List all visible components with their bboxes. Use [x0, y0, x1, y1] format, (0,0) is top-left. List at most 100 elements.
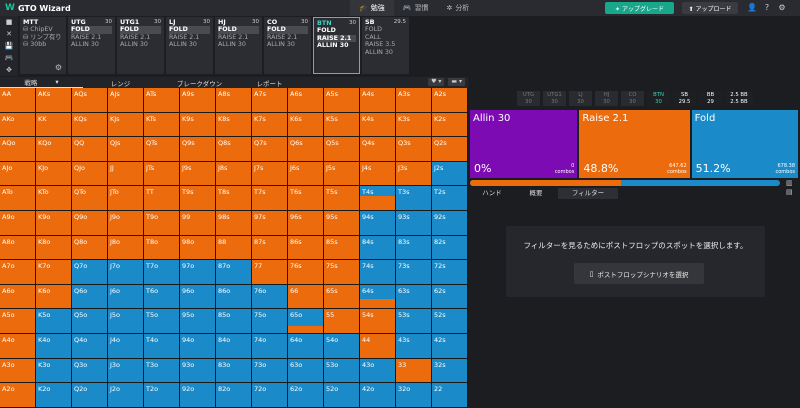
select-postflop-button[interactable]: ▯ ポストフロップシナリオを選択: [574, 263, 704, 284]
hand-cell[interactable]: A5s: [324, 88, 360, 113]
hand-cell[interactable]: 93o: [180, 358, 216, 384]
hand-cell[interactable]: Q2o: [72, 383, 108, 408]
hand-cell[interactable]: J2o: [108, 383, 144, 408]
side-tool-icon-2[interactable]: 💾: [0, 40, 18, 52]
hand-cell[interactable]: J3s: [396, 161, 432, 187]
nav-item-0[interactable]: 🎓 勉強: [350, 0, 394, 16]
hand-cell[interactable]: 98o: [180, 235, 216, 261]
position-action-0[interactable]: FOLD: [317, 27, 356, 34]
hand-cell[interactable]: K5s: [324, 112, 360, 138]
position-card-lj[interactable]: LJ 30 FOLD RAISE 2.1 ALLIN 30: [166, 17, 213, 74]
hand-cell[interactable]: Q8o: [72, 235, 108, 261]
hand-cell[interactable]: Q4o: [72, 333, 108, 359]
hand-cell[interactable]: A9s: [180, 88, 216, 113]
hand-cell[interactable]: 95o: [180, 309, 216, 334]
hand-cell[interactable]: TT: [144, 186, 180, 211]
hand-cell[interactable]: A8s: [216, 88, 252, 113]
position-action-2[interactable]: ALLIN 30: [267, 41, 308, 48]
hand-cell[interactable]: T2s: [432, 186, 468, 211]
settings-icon[interactable]: ⚙: [777, 3, 787, 13]
hand-cell[interactable]: 85o: [216, 309, 252, 334]
position-card-mtt[interactable]: MTT ⛁ ChipEV ⛁ リンプ有り ⛁ 30bb ⚙: [20, 17, 66, 74]
hand-cell[interactable]: Q5s: [324, 137, 360, 162]
hand-cell[interactable]: T8s: [216, 186, 252, 211]
hand-cell[interactable]: K6s: [288, 112, 324, 138]
hand-cell[interactable]: J3o: [108, 358, 144, 384]
hand-cell[interactable]: QJo: [72, 161, 108, 187]
right-position-2[interactable]: LJ 30: [569, 91, 592, 106]
hand-cell[interactable]: 76s: [288, 260, 324, 285]
hand-cell[interactable]: Q3o: [72, 358, 108, 384]
upload-button[interactable]: ⬆ アップロード: [682, 2, 738, 14]
hand-cell[interactable]: T6s: [288, 186, 324, 211]
hand-cell[interactable]: 82o: [216, 383, 252, 408]
position-action-1[interactable]: RAISE 2.1: [218, 34, 259, 41]
position-action-3[interactable]: ALLIN 30: [365, 49, 406, 56]
hand-cell[interactable]: 86s: [288, 235, 324, 261]
position-action-0[interactable]: FOLD: [71, 26, 112, 34]
hand-cell[interactable]: Q6s: [288, 137, 324, 162]
hand-cell[interactable]: Q2s: [432, 137, 468, 162]
position-action-0[interactable]: FOLD: [365, 26, 406, 33]
hand-cell[interactable]: 86o: [216, 284, 252, 310]
hand-cell[interactable]: K2s: [432, 112, 468, 138]
action-box-2[interactable]: Fold 51.2% 678.38 combos: [691, 110, 798, 178]
hand-cell[interactable]: K4o: [36, 333, 72, 359]
hand-cell[interactable]: 62o: [288, 383, 324, 408]
hand-cell[interactable]: 65o: [288, 309, 324, 334]
hand-cell[interactable]: J8s: [216, 161, 252, 187]
position-action-2[interactable]: ALLIN 30: [120, 41, 161, 48]
hand-cell[interactable]: A6o: [0, 284, 36, 310]
hand-cell[interactable]: QTo: [72, 186, 108, 211]
hand-cell[interactable]: AKs: [36, 88, 72, 113]
position-action-2[interactable]: ALLIN 30: [218, 41, 259, 48]
hand-cell[interactable]: 83o: [216, 358, 252, 384]
position-action-1[interactable]: RAISE 2.1: [71, 34, 112, 41]
tab-3[interactable]: レポート: [241, 77, 298, 88]
grid-view-icon[interactable]: ▥: [786, 179, 793, 187]
position-card-co[interactable]: CO 30 FOLD RAISE 2.1 ALLIN 30: [264, 17, 311, 74]
hand-cell[interactable]: QJs: [108, 137, 144, 162]
hand-cell[interactable]: AA: [0, 88, 36, 113]
tab-0[interactable]: 戦略 ▾: [0, 77, 83, 88]
hand-cell[interactable]: A4o: [0, 333, 36, 359]
hand-cell[interactable]: K3s: [396, 112, 432, 138]
hand-cell[interactable]: Q9s: [180, 137, 216, 162]
hand-cell[interactable]: T2o: [144, 383, 180, 408]
hand-cell[interactable]: Q7s: [252, 137, 288, 162]
hand-cell[interactable]: 87o: [216, 260, 252, 285]
right-position-3[interactable]: HJ 30: [595, 91, 618, 106]
hand-cell[interactable]: JJ: [108, 161, 144, 187]
hand-cell[interactable]: Q6o: [72, 284, 108, 310]
hand-cell[interactable]: KTo: [36, 186, 72, 211]
hand-cell[interactable]: 95s: [324, 210, 360, 236]
hand-cell[interactable]: 96s: [288, 210, 324, 236]
hand-cell[interactable]: A4s: [360, 88, 396, 113]
hand-cell[interactable]: AQs: [72, 88, 108, 113]
hand-cell[interactable]: 74o: [252, 333, 288, 359]
hand-cell[interactable]: KTs: [144, 112, 180, 138]
hand-cell[interactable]: 75o: [252, 309, 288, 334]
position-action-0[interactable]: FOLD: [169, 26, 210, 34]
position-action-0[interactable]: FOLD: [120, 26, 161, 34]
position-action-1[interactable]: RAISE 2.1: [120, 34, 161, 41]
hand-cell[interactable]: 66: [288, 284, 324, 310]
nav-item-2[interactable]: ✲ 分析: [437, 0, 478, 16]
hand-cell[interactable]: T4s: [360, 186, 396, 211]
hand-cell[interactable]: 85s: [324, 235, 360, 261]
hand-cell[interactable]: T3s: [396, 186, 432, 211]
detail-tab-1[interactable]: 概要: [514, 188, 558, 199]
position-card-btn[interactable]: BTN 30 FOLD RAISE 2.1 ALLIN 30: [313, 17, 360, 74]
hand-cell[interactable]: 54s: [360, 309, 396, 334]
hand-cell[interactable]: 32o: [396, 383, 432, 408]
right-position-7[interactable]: BB 29: [699, 91, 722, 106]
hand-cell[interactable]: 65s: [324, 284, 360, 310]
hand-cell[interactable]: 32s: [432, 358, 468, 384]
hand-cell[interactable]: J7o: [108, 260, 144, 285]
position-card-utg1[interactable]: UTG1 30 FOLD RAISE 2.1 ALLIN 30: [117, 17, 164, 74]
position-action-1[interactable]: RAISE 2.1: [169, 34, 210, 41]
hand-cell[interactable]: 64o: [288, 333, 324, 359]
hand-cell[interactable]: KJs: [108, 112, 144, 138]
hand-cell[interactable]: J5s: [324, 161, 360, 187]
hand-cell[interactable]: 84s: [360, 235, 396, 261]
